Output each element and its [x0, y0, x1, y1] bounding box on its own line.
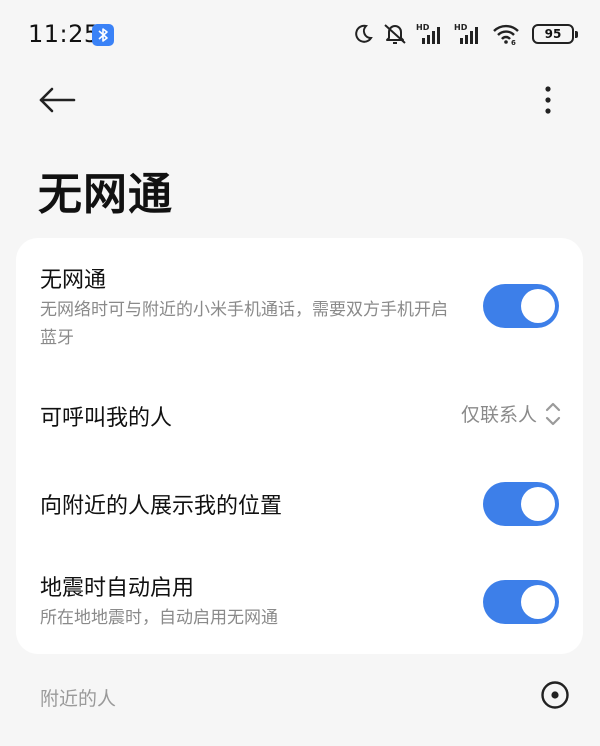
- mute-icon: [382, 23, 408, 45]
- setting-row-wuwangtong[interactable]: 无网通 无网络时可与附近的小米手机通话，需要双方手机开启蓝牙: [16, 238, 583, 358]
- status-icons: HD HD 6 95: [352, 20, 578, 48]
- toggle-knob: [521, 487, 555, 521]
- setting-title: 向附近的人展示我的位置: [40, 494, 283, 519]
- selected-value: 仅联系人: [460, 404, 537, 426]
- setting-row-earthquake-auto[interactable]: 地震时自动启用 所在地地震时，自动启用无网通: [16, 558, 583, 654]
- top-bar: [0, 70, 600, 134]
- status-time: 11:25: [28, 20, 100, 48]
- target-icon[interactable]: [540, 680, 570, 710]
- setting-subtitle: 所在地地震时，自动启用无网通: [40, 608, 278, 628]
- wuwangtong-toggle[interactable]: [483, 284, 559, 328]
- who-can-call-selector[interactable]: 仅联系人: [461, 400, 561, 427]
- setting-title: 可呼叫我的人: [40, 406, 173, 431]
- settings-card: 无网通 无网络时可与附近的小米手机通话，需要双方手机开启蓝牙 可呼叫我的人 仅联…: [16, 238, 583, 654]
- status-bar: 11:25 HD HD 6 95: [0, 0, 600, 70]
- more-vertical-icon: [545, 86, 551, 114]
- hd-signal-icon: HD: [454, 22, 484, 46]
- toggle-knob: [521, 289, 555, 323]
- moon-icon: [352, 23, 374, 45]
- chevron-up-down-icon: [545, 402, 561, 425]
- battery-icon: 95: [532, 24, 578, 44]
- page-title: 无网通: [38, 169, 173, 220]
- more-button[interactable]: [536, 80, 560, 120]
- svg-text:HD: HD: [416, 23, 430, 32]
- nearby-section-label: 附近的人: [40, 688, 117, 710]
- svg-text:6: 6: [511, 39, 516, 45]
- toggle-knob: [521, 585, 555, 619]
- wifi-icon: 6: [492, 23, 520, 45]
- setting-subtitle: 无网络时可与附近的小米手机通话，需要双方手机开启蓝牙: [40, 300, 448, 348]
- setting-title: 地震时自动启用: [40, 576, 195, 601]
- arrow-left-icon: [39, 87, 76, 113]
- hd-signal-icon: HD: [416, 22, 446, 46]
- setting-title: 无网通: [40, 268, 107, 293]
- setting-row-who-can-call[interactable]: 可呼叫我的人 仅联系人: [16, 378, 583, 454]
- setting-row-show-location[interactable]: 向附近的人展示我的位置: [16, 464, 583, 544]
- earthquake-auto-toggle[interactable]: [483, 580, 559, 624]
- svg-text:HD: HD: [454, 23, 468, 32]
- show-location-toggle[interactable]: [483, 482, 559, 526]
- back-button[interactable]: [32, 80, 82, 120]
- bluetooth-icon: [92, 24, 114, 46]
